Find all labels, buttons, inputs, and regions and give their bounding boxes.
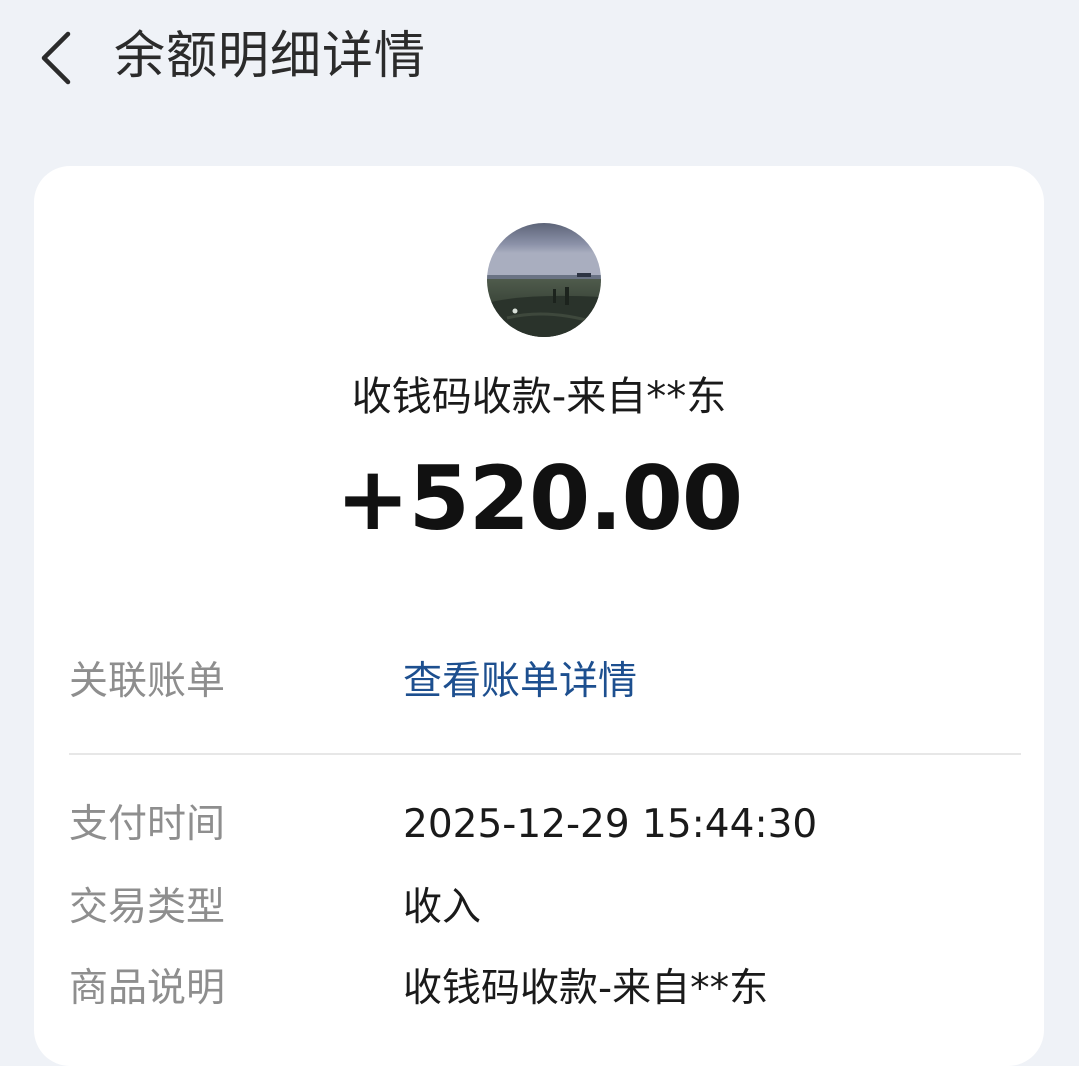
back-button[interactable] [30, 22, 90, 92]
detail-label: 交易类型 [69, 885, 226, 930]
view-bill-details-link[interactable]: 查看账单详情 [403, 654, 637, 710]
detail-row-transaction-type: 交易类型 收入 [69, 880, 1021, 936]
detail-label: 关联账单 [69, 659, 226, 704]
divider [69, 753, 1021, 755]
detail-label: 支付时间 [69, 802, 226, 847]
detail-value: 收钱码收款-来自**东 [403, 966, 769, 1011]
detail-value: 收入 [403, 885, 482, 930]
header-bar: 余额明细详情 [0, 0, 1079, 120]
detail-row-related-bill: 关联账单 查看账单详情 [69, 654, 1021, 710]
detail-row-product-description: 商品说明 收钱码收款-来自**东 [69, 961, 1021, 1017]
detail-value: 2025-12-29 15:44:30 [403, 802, 818, 847]
detail-label: 商品说明 [69, 966, 226, 1011]
transaction-card: 收钱码收款-来自**东 +520.00 关联账单 查看账单详情 支付时间 202… [34, 166, 1044, 1066]
chevron-left-icon [41, 31, 71, 85]
page-title: 余额明细详情 [114, 27, 427, 86]
avatar [487, 223, 601, 337]
transaction-source: 收钱码收款-来自**东 [351, 374, 727, 420]
transaction-amount: +520.00 [335, 447, 743, 550]
detail-row-payment-time: 支付时间 2025-12-29 15:44:30 [69, 797, 1021, 853]
